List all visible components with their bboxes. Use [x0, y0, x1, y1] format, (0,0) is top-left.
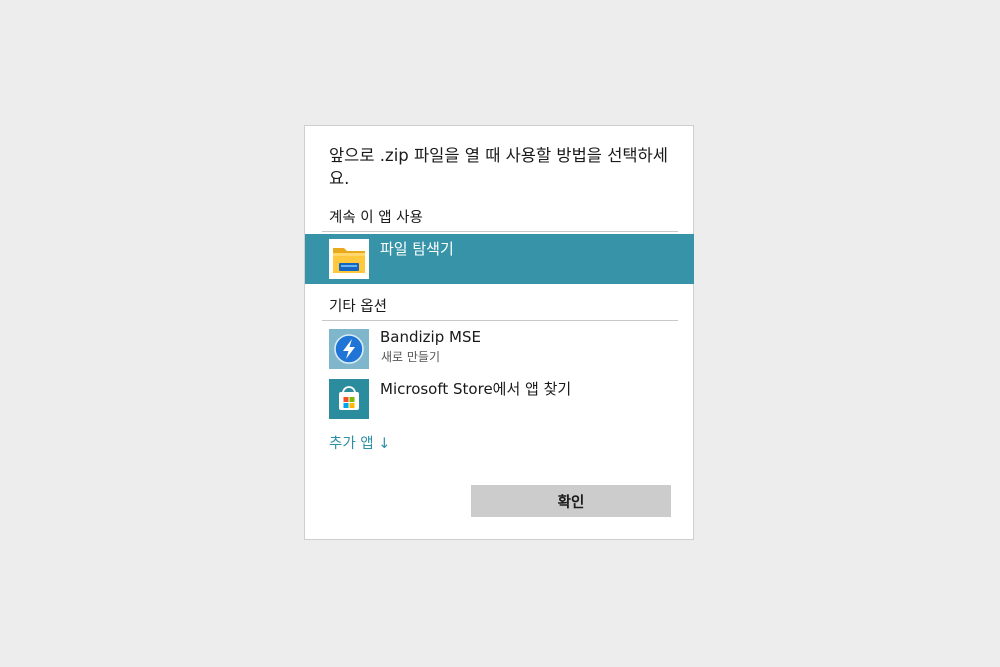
bandizip-icon	[329, 329, 369, 369]
app-name: Microsoft Store에서 앱 찾기	[380, 380, 572, 398]
app-item-file-explorer[interactable]: 파일 탐색기	[305, 234, 694, 284]
other-options-label: 기타 옵션	[329, 299, 387, 315]
app-item-microsoft-store[interactable]: Microsoft Store에서 앱 찾기	[305, 374, 694, 424]
divider	[322, 320, 678, 321]
microsoft-store-icon	[329, 379, 369, 419]
app-name: Bandizip MSE	[380, 328, 481, 346]
continue-section-label: 계속 이 앱 사용	[329, 210, 423, 226]
app-item-bandizip[interactable]: Bandizip MSE 새로 만들기	[305, 324, 694, 374]
app-name: 파일 탐색기	[380, 240, 454, 258]
dialog-title: 앞으로 .zip 파일을 열 때 사용할 방법을 선택하세요.	[329, 146, 668, 188]
app-subtitle: 새로 만들기	[381, 350, 441, 364]
divider	[322, 231, 678, 232]
more-apps-link[interactable]: 추가 앱 ↓	[329, 432, 390, 453]
ok-button[interactable]: 확인	[471, 485, 671, 517]
open-with-dialog: 앞으로 .zip 파일을 열 때 사용할 방법을 선택하세요. 계속 이 앱 사…	[304, 125, 694, 540]
file-explorer-icon	[329, 239, 369, 279]
